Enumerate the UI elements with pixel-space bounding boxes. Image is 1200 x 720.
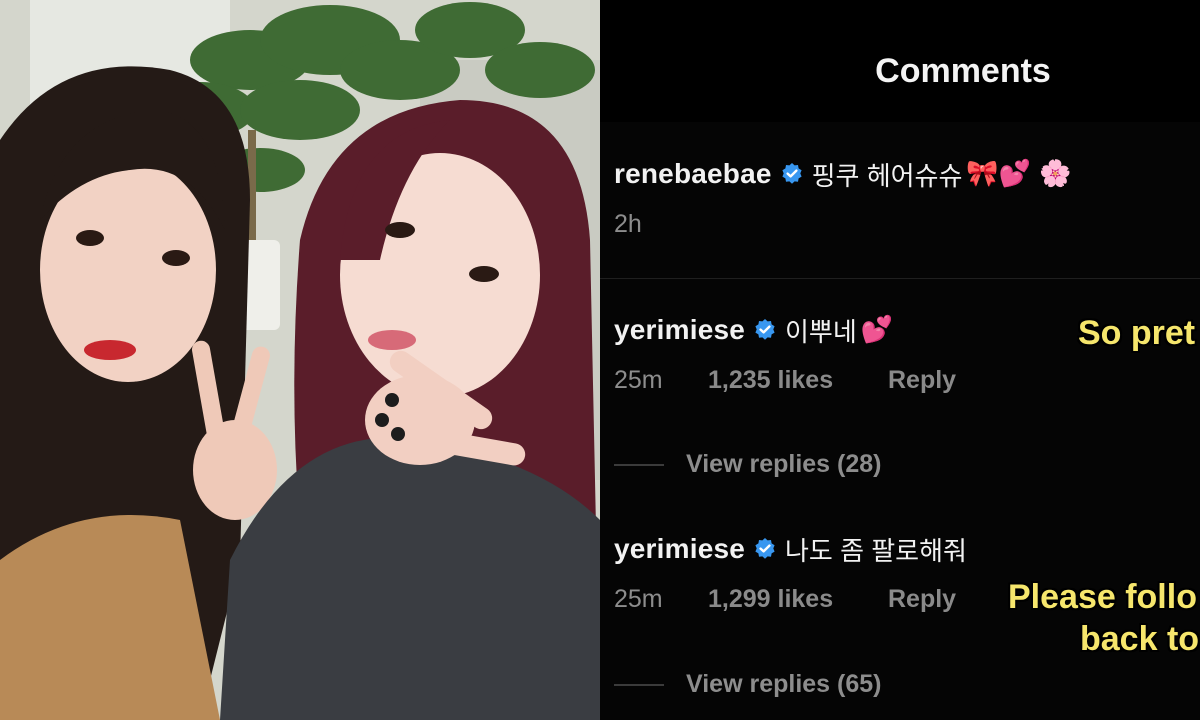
comment-emoji: 🎀💕 🌸 [966, 159, 1072, 189]
comment-timestamp: 25m [614, 366, 663, 394]
photo-illustration [0, 0, 600, 720]
comment-text: 핑쿠 헤어슈슈 [811, 160, 963, 191]
caption-overlay: So pret [1078, 314, 1196, 352]
comment-likes[interactable]: 1,235 likes [708, 366, 888, 395]
view-replies-label: View replies (65) [686, 670, 882, 698]
comment-emoji: 💕 [860, 315, 894, 345]
reply-button[interactable]: Reply [888, 585, 956, 614]
view-replies-button[interactable]: View replies (65) [614, 670, 1200, 699]
comment-likes[interactable]: 1,299 likes [708, 585, 888, 614]
comment-timestamp: 25m [614, 585, 663, 613]
verified-badge-icon [753, 318, 777, 342]
comments-header: Comments [600, 0, 1200, 122]
comment-username[interactable]: renebaebae [614, 158, 772, 190]
caption-overlay: back to [1080, 620, 1200, 658]
replies-dash [614, 463, 664, 466]
comment-text: 나도 좀 팔로해줘 [785, 535, 967, 566]
view-replies-label: View replies (28) [686, 450, 882, 478]
comment-username[interactable]: yerimiese [614, 533, 745, 565]
verified-badge-icon [753, 537, 777, 561]
view-replies-button[interactable]: View replies (28) [614, 450, 1200, 479]
comments-panel: Comments renebaebae 핑쿠 헤어슈슈 🎀💕 🌸 2h yeri… [600, 0, 1200, 720]
selfie-photo [0, 0, 600, 720]
comment-item: renebaebae 핑쿠 헤어슈슈 🎀💕 🌸 2h [614, 156, 1200, 239]
verified-badge-icon [780, 162, 804, 186]
comment-divider [600, 278, 1200, 279]
page-title: Comments [875, 52, 1051, 90]
reply-button[interactable]: Reply [888, 366, 956, 395]
comment-username[interactable]: yerimiese [614, 314, 745, 346]
replies-dash [614, 683, 664, 686]
caption-overlay: Please follo [1008, 578, 1197, 616]
comment-timestamp: 2h [614, 210, 642, 238]
comment-text: 이뿌네 [785, 316, 857, 347]
